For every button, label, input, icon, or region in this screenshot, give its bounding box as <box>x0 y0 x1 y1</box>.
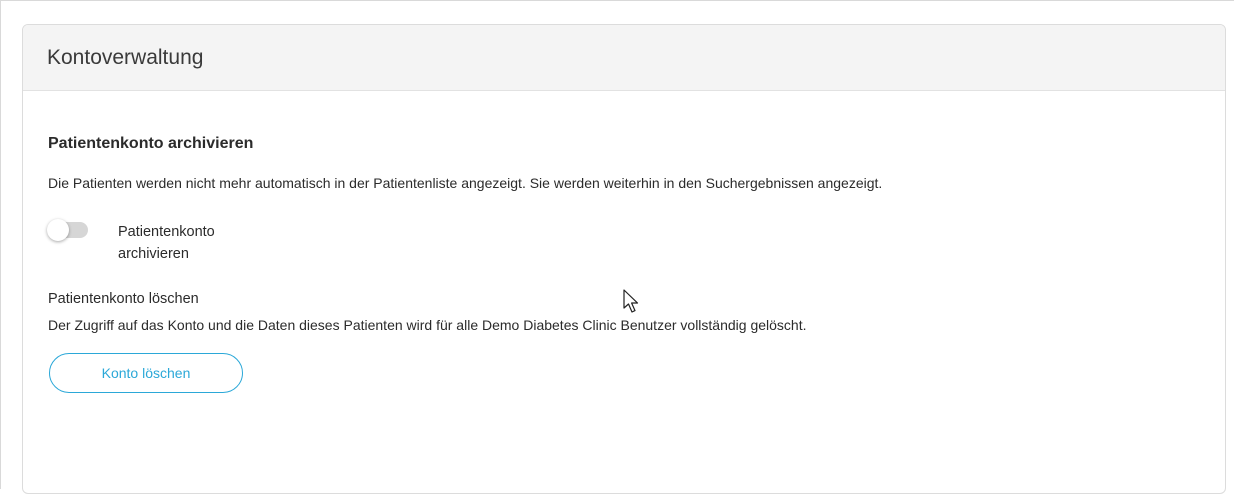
delete-section-description: Der Zugriff auf das Konto und die Daten … <box>48 317 807 333</box>
archive-toggle-label: Patientenkonto archivieren <box>118 224 215 262</box>
account-management-card: Kontoverwaltung Patientenkonto archivier… <box>22 24 1226 494</box>
delete-account-button[interactable]: Konto löschen <box>49 353 243 393</box>
archive-section-title: Patientenkonto archivieren <box>48 135 254 152</box>
card-title: Kontoverwaltung <box>47 45 204 69</box>
mouse-pointer-icon <box>623 289 639 313</box>
archive-toggle[interactable] <box>47 219 88 241</box>
delete-section-title: Patientenkonto löschen <box>48 291 199 307</box>
archive-section-description: Die Patienten werden nicht mehr automati… <box>48 175 883 191</box>
toggle-knob <box>47 219 69 241</box>
card-header: Kontoverwaltung <box>23 25 1225 91</box>
